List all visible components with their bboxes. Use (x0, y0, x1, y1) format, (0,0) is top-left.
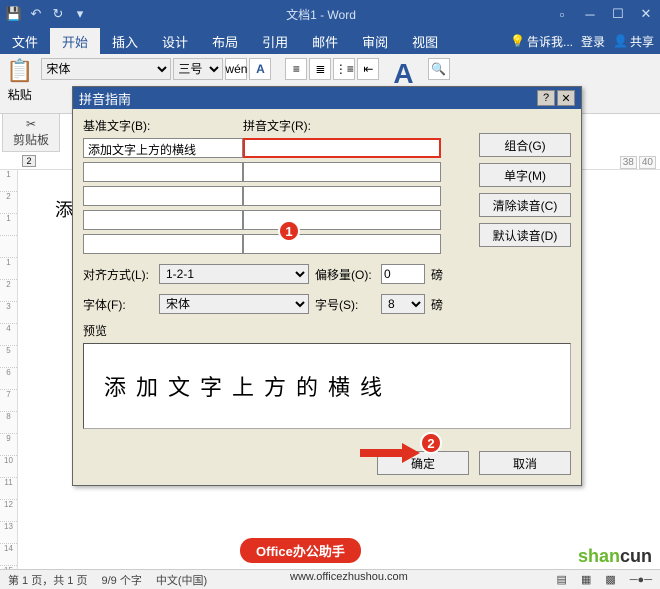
size-select[interactable]: 8 (381, 294, 425, 314)
phonetic-guide-dialog: 拼音指南 ? ✕ 基准文字(B): 拼音文字(R): 添加文字上方的横线 组合(… (72, 86, 582, 486)
tab-layout[interactable]: 布局 (200, 28, 250, 54)
maximize-icon[interactable]: ☐ (604, 2, 632, 26)
paste-icon[interactable]: 📋 (6, 58, 33, 84)
dialog-help-icon[interactable]: ? (537, 90, 555, 106)
numbering-icon[interactable]: ≣ (309, 58, 331, 80)
default-reading-button[interactable]: 默认读音(D) (479, 223, 571, 247)
base-text-cell-3[interactable] (83, 186, 243, 206)
preview-text: 添加文字上方的横线 (104, 370, 392, 402)
tab-mailings[interactable]: 邮件 (300, 28, 350, 54)
qat-more-icon[interactable]: ▾ (70, 4, 90, 24)
save-icon[interactable]: 💾 (4, 4, 24, 24)
clipboard-group: 📋 粘贴 (6, 58, 33, 103)
tab-view[interactable]: 视图 (400, 28, 450, 54)
share-button[interactable]: 👤共享 (613, 33, 654, 50)
base-text-cell-4[interactable] (83, 210, 243, 230)
zoom-slider[interactable]: ─●─ (630, 574, 652, 586)
dialog-titlebar[interactable]: 拼音指南 ? ✕ (73, 87, 581, 109)
annotation-arrow (360, 445, 420, 461)
ruby-text-cell-1[interactable] (243, 138, 441, 158)
window-title: 文档1 - Word (94, 6, 548, 23)
bullets-icon[interactable]: ≡ (285, 58, 307, 80)
base-text-cell-1[interactable]: 添加文字上方的横线 (83, 138, 243, 158)
tab-selector[interactable]: 2 (22, 155, 36, 167)
offset-label: 偏移量(O): (315, 266, 375, 283)
minimize-icon[interactable]: ─ (576, 2, 604, 26)
login-link[interactable]: 登录 (581, 33, 605, 50)
view-print-icon[interactable]: ▦ (581, 573, 591, 586)
window-titlebar: 💾 ↶ ↻ ▾ 文档1 - Word ▫ ─ ☐ ✕ (0, 0, 660, 28)
tab-insert[interactable]: 插入 (100, 28, 150, 54)
ruby-text-cell-3[interactable] (243, 186, 441, 206)
font-select[interactable]: 宋体 (159, 294, 309, 314)
ribbon-tabs: 文件 开始 插入 设计 布局 引用 邮件 审阅 视图 💡告诉我... 登录 👤共… (0, 28, 660, 54)
document-text[interactable]: 添 (55, 196, 73, 222)
alignment-select[interactable]: 1-2-1 (159, 264, 309, 284)
tab-file[interactable]: 文件 (0, 28, 50, 54)
font-name-select[interactable]: 宋体 (41, 58, 171, 80)
undo-icon[interactable]: ↶ (26, 4, 46, 24)
clipboard-label: ✂ 剪贴板 (2, 114, 60, 152)
tab-design[interactable]: 设计 (150, 28, 200, 54)
phonetic-guide-icon[interactable]: wén (225, 58, 247, 80)
cut-icon[interactable]: ✂ (26, 117, 36, 131)
annotation-badge-1: 1 (278, 220, 300, 242)
cancel-button[interactable]: 取消 (479, 451, 571, 475)
ruler-right-marks: 38 40 (620, 156, 656, 169)
multilevel-icon[interactable]: ⋮≡ (333, 58, 355, 80)
watermark-badge: Office办公助手 (240, 538, 361, 563)
tab-review[interactable]: 审阅 (350, 28, 400, 54)
dialog-close-icon[interactable]: ✕ (557, 90, 575, 106)
ruby-text-cell-2[interactable] (243, 162, 441, 182)
quick-access-toolbar: 💾 ↶ ↻ ▾ (0, 4, 94, 24)
vertical-ruler[interactable]: 1211234567891011121314151617 (0, 170, 18, 569)
paste-label: 粘贴 (8, 86, 32, 103)
status-words[interactable]: 9/9 个字 (101, 572, 141, 588)
char-border-icon[interactable]: A (249, 58, 271, 80)
ribbon-options-icon[interactable]: ▫ (548, 2, 576, 26)
watermark-logo: shancun (578, 546, 652, 567)
dialog-title: 拼音指南 (79, 89, 131, 108)
group-button[interactable]: 组合(G) (479, 133, 571, 157)
annotation-badge-2: 2 (420, 432, 442, 454)
tell-me[interactable]: 💡告诉我... (510, 33, 573, 50)
preview-label: 预览 (83, 322, 571, 339)
size-unit: 磅 (431, 296, 443, 313)
size-label: 字号(S): (315, 296, 375, 313)
preview-box: 添加文字上方的横线 (83, 343, 571, 429)
ruby-text-cell-5[interactable] (243, 234, 441, 254)
watermark-url: www.officezhushou.com (290, 571, 408, 583)
ruby-text-label: 拼音文字(R): (243, 117, 311, 134)
close-icon[interactable]: ✕ (632, 2, 660, 26)
ruby-text-cell-4[interactable] (243, 210, 441, 230)
base-text-label: 基准文字(B): (83, 117, 243, 134)
alignment-label: 对齐方式(L): (83, 266, 153, 283)
offset-unit: 磅 (431, 266, 443, 283)
status-language[interactable]: 中文(中国) (156, 572, 207, 588)
find-icon[interactable]: 🔍 (428, 58, 450, 80)
status-page[interactable]: 第 1 页，共 1 页 (8, 572, 87, 588)
offset-input[interactable] (381, 264, 425, 284)
view-web-icon[interactable]: ▩ (605, 573, 615, 586)
font-label: 字体(F): (83, 296, 153, 313)
clear-reading-button[interactable]: 清除读音(C) (479, 193, 571, 217)
single-button[interactable]: 单字(M) (479, 163, 571, 187)
font-size-select[interactable]: 三号 (173, 58, 223, 80)
base-text-cell-5[interactable] (83, 234, 243, 254)
tab-home[interactable]: 开始 (50, 28, 100, 54)
indent-icon[interactable]: ⇤ (357, 58, 379, 80)
base-text-cell-2[interactable] (83, 162, 243, 182)
view-read-icon[interactable]: ▤ (557, 573, 567, 586)
redo-icon[interactable]: ↻ (48, 4, 68, 24)
tab-references[interactable]: 引用 (250, 28, 300, 54)
